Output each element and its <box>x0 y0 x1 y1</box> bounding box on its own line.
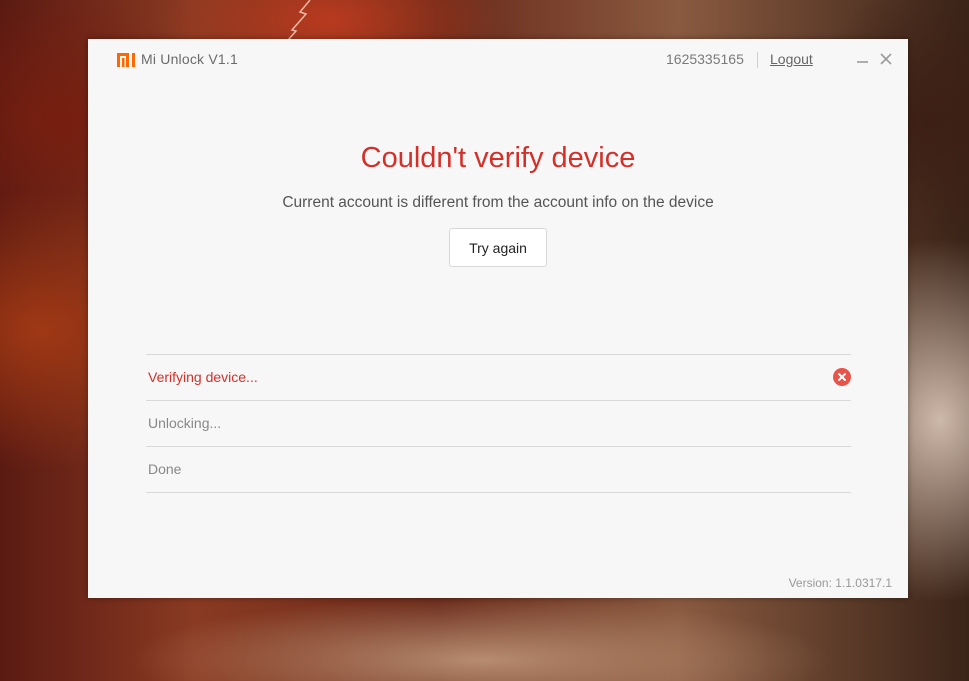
step-unlocking: Unlocking... <box>146 400 851 446</box>
step-label: Done <box>148 461 182 477</box>
step-verifying: Verifying device... <box>146 354 851 400</box>
step-done: Done <box>146 446 851 493</box>
wallpaper-lightning <box>287 0 311 40</box>
mi-unlock-window: Mi Unlock V1.1 1625335165 Logout Couldn'… <box>88 39 908 598</box>
logout-link[interactable]: Logout <box>770 51 813 67</box>
try-again-button[interactable]: Try again <box>449 228 547 267</box>
version-label: Version: 1.1.0317.1 <box>788 576 892 590</box>
title-divider <box>757 52 758 68</box>
app-title: Mi Unlock V1.1 <box>141 51 238 67</box>
step-label: Verifying device... <box>148 369 258 385</box>
error-title: Couldn't verify device <box>360 142 636 174</box>
mi-logo-icon <box>117 53 135 67</box>
error-description: Current account is different from the ac… <box>282 194 714 211</box>
title-bar[interactable]: Mi Unlock V1.1 1625335165 Logout <box>88 39 908 81</box>
account-id: 1625335165 <box>666 51 744 67</box>
step-label: Unlocking... <box>148 415 222 431</box>
minimize-icon[interactable] <box>855 51 871 67</box>
error-circle-icon <box>833 368 851 386</box>
progress-steps: Verifying device... Unlocking... Done <box>146 354 851 493</box>
close-icon[interactable] <box>878 51 894 67</box>
